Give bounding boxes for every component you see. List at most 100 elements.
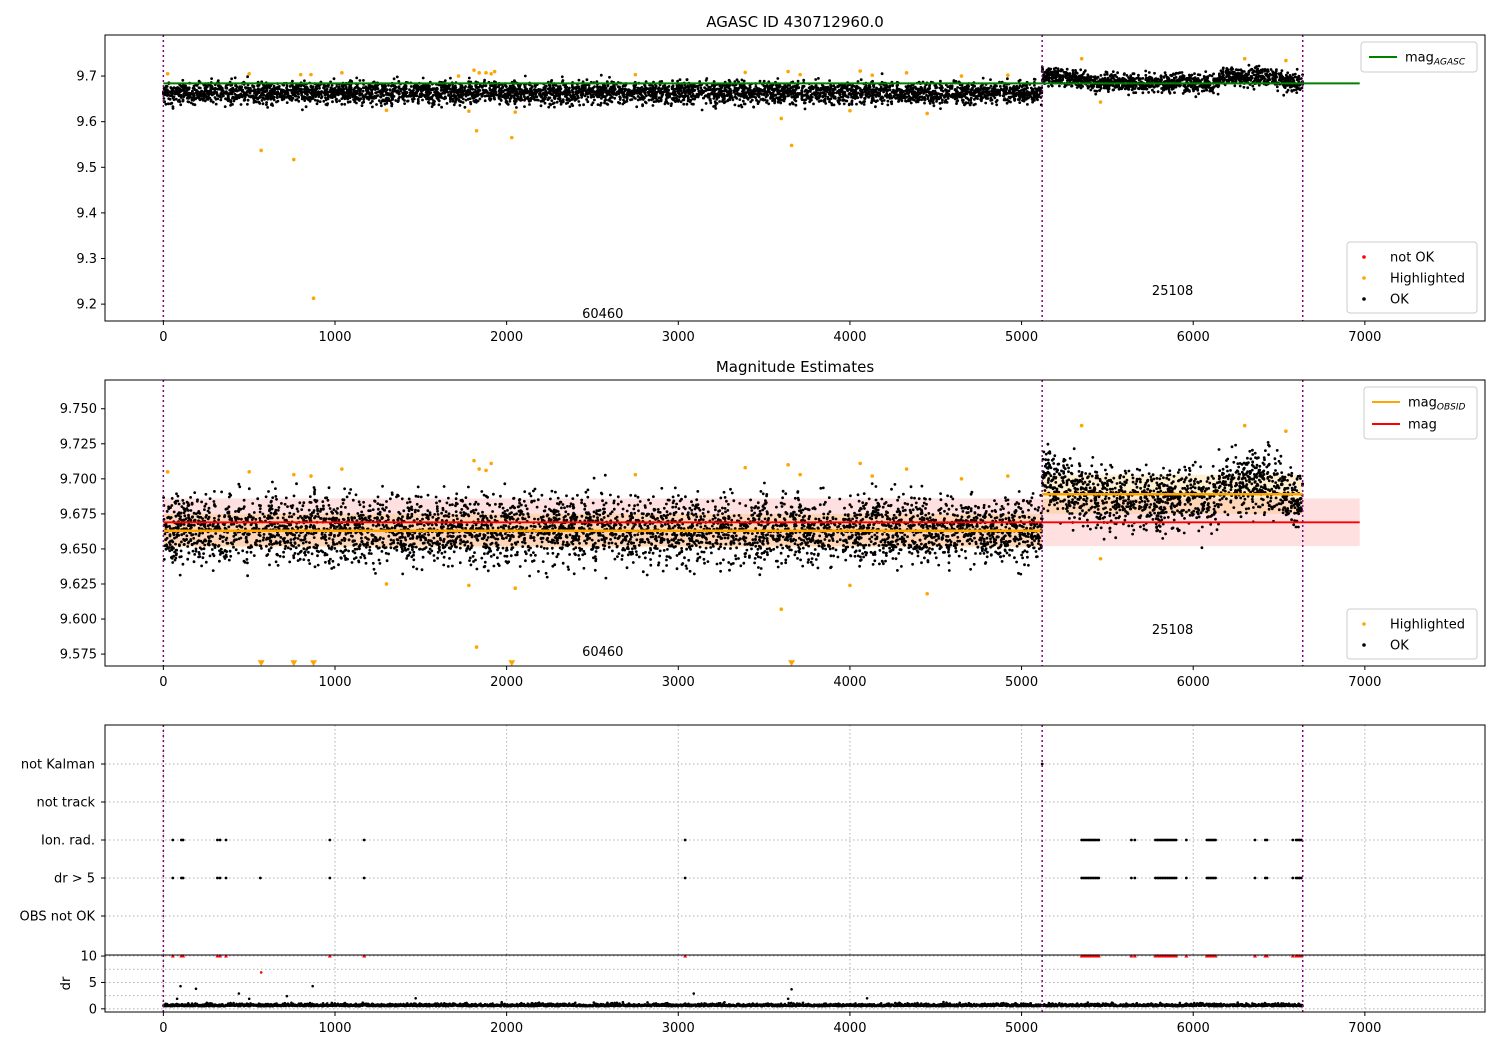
- ok-point: [794, 88, 798, 91]
- ok-point: [419, 85, 423, 89]
- ok-point: [193, 88, 197, 91]
- ok-point: [601, 90, 605, 94]
- ok-point: [492, 87, 495, 91]
- ok-point: [589, 95, 593, 99]
- ok-point: [280, 92, 284, 96]
- ok-point: [932, 104, 936, 108]
- ok-point: [548, 88, 551, 92]
- ok-point: [508, 90, 512, 94]
- ok-point: [584, 84, 588, 87]
- ok-point: [240, 85, 244, 89]
- ok-point: [922, 92, 925, 95]
- ok-point: [274, 87, 278, 90]
- ok-point: [720, 86, 723, 90]
- ok-point: [559, 102, 563, 106]
- ok-point: [941, 98, 944, 102]
- ok-point: [375, 103, 378, 106]
- ok-point: [652, 100, 656, 103]
- ok-point: [427, 93, 430, 97]
- ok-point: [802, 78, 806, 82]
- ok-point: [348, 88, 352, 91]
- ok-point: [732, 90, 736, 94]
- ok-point: [582, 103, 585, 107]
- ok-point: [800, 91, 804, 94]
- ok-point: [946, 85, 950, 89]
- ok-point: [704, 102, 708, 105]
- ok-point: [634, 97, 637, 100]
- ok-point: [349, 79, 352, 82]
- ok-point: [392, 77, 396, 81]
- ok-point: [999, 88, 1003, 92]
- ok-point: [455, 97, 458, 101]
- ok-point: [353, 100, 357, 104]
- ok-point: [1013, 93, 1017, 97]
- ok-point: [275, 91, 279, 94]
- ok-point: [558, 87, 562, 90]
- ok-point: [558, 89, 562, 93]
- ok-point: [248, 87, 251, 91]
- ok-point: [252, 85, 256, 89]
- ok-point: [178, 100, 182, 103]
- ok-point: [181, 78, 185, 82]
- ok-point: [855, 94, 858, 98]
- ok-point: [352, 88, 356, 92]
- ok-point: [686, 97, 690, 101]
- ok-point: [417, 101, 420, 105]
- ok-point: [388, 88, 392, 92]
- ok-point: [548, 96, 552, 100]
- ok-point: [607, 89, 611, 93]
- ok-point: [984, 101, 988, 105]
- ok-point: [889, 94, 892, 97]
- ok-point: [227, 97, 230, 100]
- ok-point: [956, 90, 959, 94]
- ok-point: [265, 89, 269, 93]
- ok-point: [644, 101, 648, 105]
- ok-point: [582, 88, 586, 91]
- ok-point: [852, 95, 855, 99]
- ok-point: [1026, 96, 1030, 100]
- ok-point: [673, 99, 677, 103]
- ok-point: [348, 85, 351, 88]
- ok-point: [810, 98, 813, 102]
- ok-point: [523, 74, 527, 78]
- ok-point: [263, 90, 266, 94]
- ok-point: [995, 99, 999, 102]
- ok-point: [396, 89, 400, 93]
- ok-point: [209, 98, 213, 102]
- ok-point: [593, 90, 596, 93]
- ok-point: [880, 102, 884, 105]
- ok-point: [1026, 103, 1029, 106]
- ok-point: [946, 97, 950, 100]
- ok-point: [214, 86, 217, 90]
- ok-point: [564, 94, 568, 98]
- ok-point: [239, 92, 243, 96]
- ok-point: [201, 98, 205, 102]
- ok-point: [452, 94, 456, 98]
- ok-point: [960, 87, 963, 91]
- ok-point: [686, 90, 689, 94]
- ok-point: [829, 86, 833, 90]
- ok-point: [754, 92, 758, 96]
- ok-point: [224, 90, 228, 93]
- ok-point: [302, 84, 306, 88]
- ok-point: [663, 85, 666, 89]
- ok-point: [362, 100, 366, 104]
- ok-point: [976, 97, 979, 100]
- ok-point: [177, 86, 180, 90]
- ok-point: [502, 89, 505, 93]
- ok-point: [792, 92, 795, 95]
- ok-point: [512, 96, 516, 100]
- ok-point: [290, 89, 293, 92]
- ok-point: [603, 99, 607, 103]
- ok-point: [603, 84, 607, 88]
- ok-point: [489, 94, 493, 98]
- ok-point: [335, 85, 339, 88]
- ok-point: [923, 101, 926, 105]
- ok-point: [695, 85, 699, 88]
- ok-point: [923, 88, 927, 92]
- ok-point: [405, 91, 409, 95]
- ok-point: [860, 101, 863, 105]
- ok-point: [1013, 98, 1016, 102]
- ok-point: [536, 98, 540, 102]
- ok-point: [438, 95, 442, 99]
